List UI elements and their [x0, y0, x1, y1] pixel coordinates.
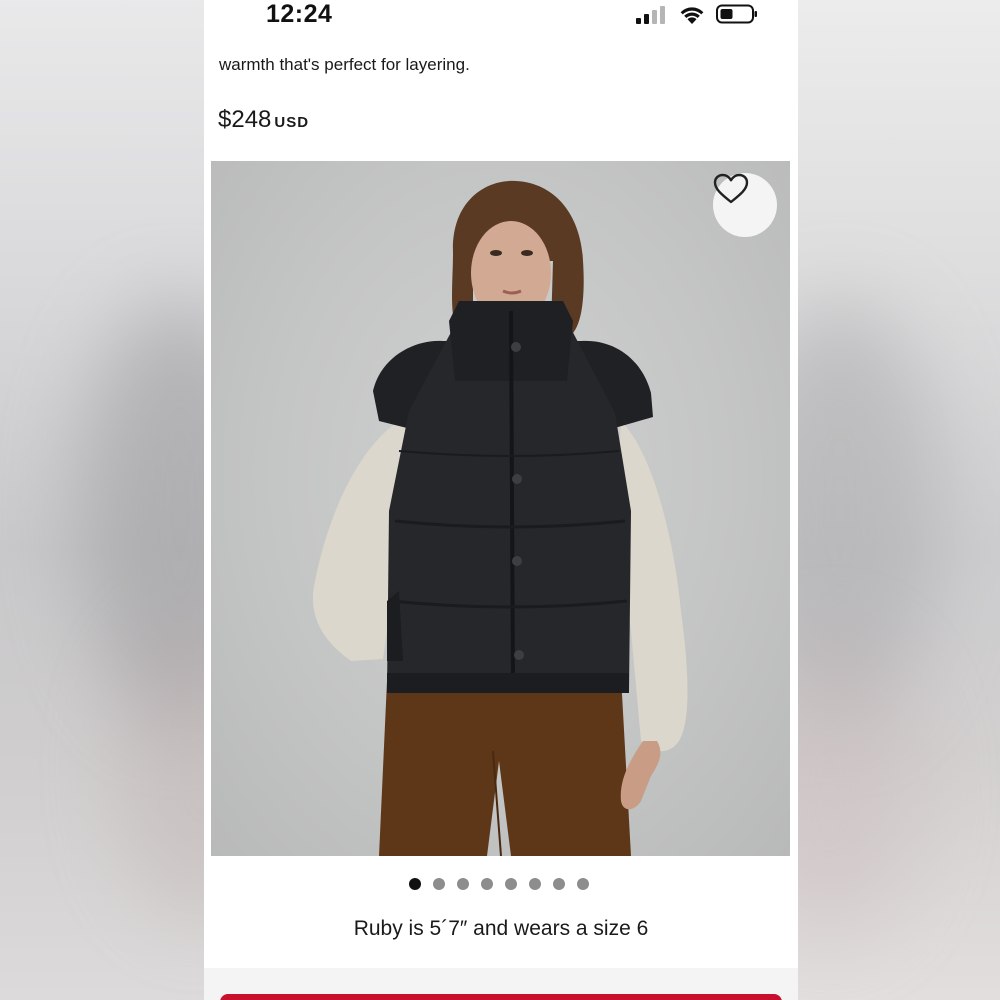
- carousel-dot[interactable]: [433, 878, 445, 890]
- wishlist-button[interactable]: [713, 173, 777, 237]
- carousel-dot[interactable]: [457, 878, 469, 890]
- price-amount: $248: [218, 106, 272, 133]
- blurred-background-right: [798, 0, 1000, 1000]
- carousel-dot[interactable]: [505, 878, 517, 890]
- model-size-caption: Ruby is 5´7″ and wears a size 6: [353, 917, 649, 940]
- carousel-dot[interactable]: [481, 878, 493, 890]
- heart-icon: [713, 173, 749, 204]
- cellular-signal-icon: [636, 6, 668, 24]
- carousel-dot[interactable]: [529, 878, 541, 890]
- carousel-dot[interactable]: [577, 878, 589, 890]
- product-price: $248 USD: [218, 106, 309, 134]
- status-time: 12:24: [266, 0, 333, 28]
- carousel-dot[interactable]: [409, 878, 421, 890]
- status-bar: 12:24: [204, 0, 798, 34]
- phone-screen: 12:24 warmth that's perfect for layering…: [204, 0, 798, 1000]
- model-photo-illustration: [312, 180, 688, 856]
- add-to-bag-button[interactable]: [220, 994, 782, 1000]
- product-description-fragment: warmth that's perfect for layering.: [219, 55, 470, 74]
- product-image[interactable]: [211, 161, 790, 856]
- price-currency: USD: [274, 114, 310, 131]
- blurred-background-left: [0, 0, 204, 1000]
- carousel-dot[interactable]: [553, 878, 565, 890]
- image-carousel-dots: [409, 878, 589, 892]
- wifi-icon: [680, 7, 704, 24]
- battery-icon: [716, 4, 757, 24]
